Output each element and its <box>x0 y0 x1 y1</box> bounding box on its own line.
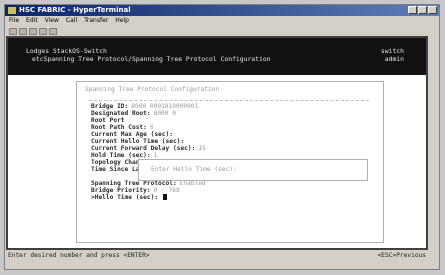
field-designated-root: Designated Root: 8000 0 <box>91 110 176 117</box>
disconnect-icon[interactable] <box>29 28 37 35</box>
menu-file[interactable]: File <box>9 16 19 26</box>
field-current-hello-time: Current Hello Time (sec): <box>91 138 185 145</box>
hello-time-prompt[interactable]: Enter Hello Time (sec): <box>138 159 368 181</box>
menu-edit[interactable]: Edit <box>26 16 38 26</box>
new-icon[interactable] <box>9 28 17 35</box>
terminal-content: Spanning Tree Protocol Configuration Bri… <box>8 75 426 248</box>
properties-icon[interactable] <box>49 28 57 35</box>
header-path-line1: Lodges StackOS-Switch <box>26 47 107 55</box>
menu-bar: File Edit View Call Transfer Help <box>5 16 439 26</box>
field-root-port: Root Port <box>91 117 125 124</box>
terminal-screen[interactable]: Lodges StackOS-Switch etcSpanning Tree P… <box>6 36 428 250</box>
field-stp-status[interactable]: Spanning Tree Protocol: Enabled <box>91 180 206 187</box>
menu-call[interactable]: Call <box>66 16 77 26</box>
minimize-button[interactable] <box>408 6 417 14</box>
window-title: HSC FABRIC - HyperTerminal <box>19 6 131 14</box>
field-root-path-cost: Root Path Cost: 0 <box>91 124 154 131</box>
field-current-max-age: Current Max Age (sec): <box>91 131 173 138</box>
prompt-label: Enter Hello Time (sec): <box>151 166 237 173</box>
send-icon[interactable] <box>39 28 47 35</box>
field-hold-time: Hold Time (sec): 1 <box>91 152 158 159</box>
open-icon[interactable] <box>19 28 27 35</box>
close-button[interactable] <box>428 6 437 14</box>
header-right-line2: admin <box>384 55 404 63</box>
title-bar: HSC FABRIC - HyperTerminal <box>5 5 439 16</box>
text-cursor <box>163 194 168 200</box>
status-esc-previous[interactable]: <ESC>Previous <box>378 251 426 261</box>
app-icon <box>8 7 16 14</box>
field-bridge-id: Bridge ID: 8000 0001010000001 <box>91 103 199 110</box>
menu-view[interactable]: View <box>45 16 59 26</box>
field-hello-time[interactable]: >Hello Time (sec): <box>91 194 168 201</box>
header-right-line1: switch <box>380 47 404 55</box>
status-bar: Enter desired number and press <ENTER> <… <box>6 251 428 261</box>
terminal-header: Lodges StackOS-Switch etcSpanning Tree P… <box>8 38 426 75</box>
header-path-line2: etcSpanning Tree Protocol/Spanning Tree … <box>32 55 271 63</box>
status-hint: Enter desired number and press <ENTER> <box>8 252 150 259</box>
maximize-button[interactable] <box>418 6 427 14</box>
menu-help[interactable]: Help <box>115 16 129 26</box>
field-current-forward-delay: Current Forward Delay (sec): 15 <box>91 145 206 152</box>
field-bridge-priority[interactable]: Bridge Priority: 0 - 768 <box>91 187 180 194</box>
menu-transfer[interactable]: Transfer <box>84 16 108 26</box>
panel-title: Spanning Tree Protocol Configuration <box>85 86 220 93</box>
panel-divider <box>89 100 369 101</box>
